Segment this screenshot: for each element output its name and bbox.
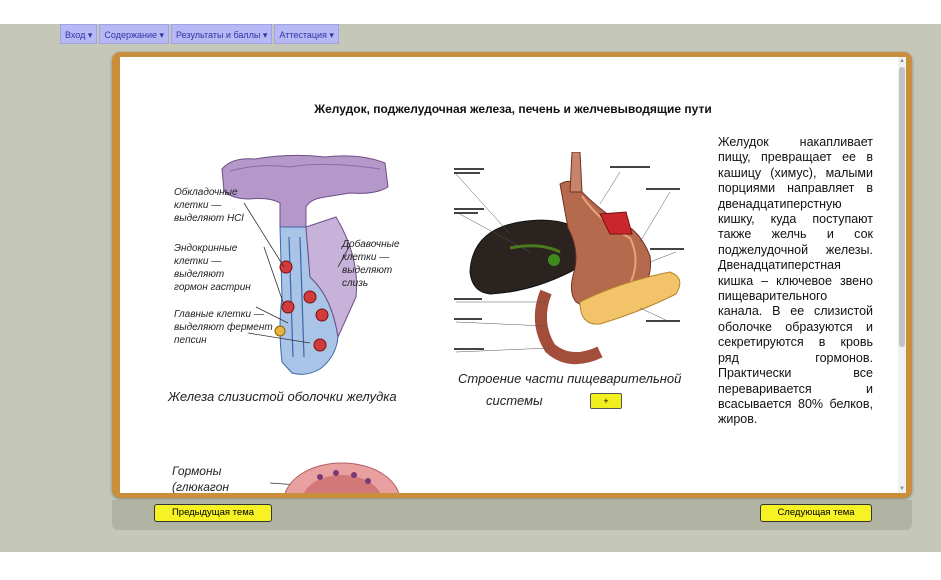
- zoom-image-button[interactable]: +: [590, 393, 622, 409]
- navigation-footer: Предыдущая тема Следующая тема: [112, 500, 912, 530]
- label-endocrine-3: выделяют: [174, 269, 224, 280]
- next-topic-button[interactable]: Следующая тема: [760, 504, 872, 522]
- digestive-system-figure: [454, 152, 684, 364]
- label-parietal-2: клетки —: [174, 200, 222, 211]
- bottom-figure-label-2: (глюкагон: [172, 480, 229, 493]
- bottom-figure-label-1: Гормоны: [172, 464, 222, 478]
- menu-contents[interactable]: Содержание ▾: [99, 24, 170, 44]
- topic-description: Желудок накапливает пищу, превращает ее …: [718, 135, 873, 427]
- label-chief-2: выделяют фермент: [174, 321, 273, 333]
- gastric-gland-caption: Железа слизистой оболочки желудка: [168, 389, 397, 404]
- pancreas-islet-figure: [270, 462, 400, 493]
- digestive-caption-line1: Строение части пищеварительной: [458, 371, 682, 386]
- scroll-down-arrow-icon[interactable]: ▼: [898, 485, 906, 493]
- scroll-up-arrow-icon[interactable]: ▲: [898, 57, 906, 65]
- label-parietal-3: выделяют HCl: [174, 213, 244, 224]
- label-chief-3: пепсин: [174, 335, 207, 346]
- previous-topic-button[interactable]: Предыдущая тема: [154, 504, 272, 522]
- scroll-thumb[interactable]: [899, 67, 905, 347]
- label-endocrine-1: Эндокринные: [174, 243, 238, 254]
- label-chief-1: Главные клетки —: [174, 309, 265, 320]
- label-mucous-2: клетки —: [342, 252, 390, 263]
- gastric-gland-figure: Обкладочные клетки — выделяют HCl Эндокр…: [174, 154, 400, 375]
- lesson-content[interactable]: Желудок, поджелудочная железа, печень и …: [120, 57, 906, 493]
- menu-login[interactable]: Вход ▾: [60, 24, 98, 44]
- label-mucous-4: слизь: [342, 278, 368, 289]
- top-menu-bar: Вход ▾ Содержание ▾ Результаты и баллы ▾…: [60, 24, 339, 44]
- digestive-caption-line2: системы: [486, 393, 543, 408]
- page-title: Желудок, поджелудочная железа, печень и …: [314, 102, 712, 116]
- label-mucous-3: выделяют: [342, 265, 392, 276]
- label-endocrine-4: гормон гастрин: [174, 282, 251, 293]
- label-parietal-1: Обкладочные: [174, 186, 238, 198]
- app-background: Вход ▾ Содержание ▾ Результаты и баллы ▾…: [0, 24, 941, 552]
- menu-attestation[interactable]: Аттестация ▾: [274, 24, 339, 44]
- content-frame: Желудок, поджелудочная железа, печень и …: [112, 52, 912, 498]
- menu-results[interactable]: Результаты и баллы ▾: [171, 24, 273, 44]
- label-mucous-1: Добавочные: [341, 238, 400, 250]
- label-endocrine-2: клетки —: [174, 256, 222, 267]
- content-scrollbar[interactable]: ▲ ▼: [898, 57, 906, 493]
